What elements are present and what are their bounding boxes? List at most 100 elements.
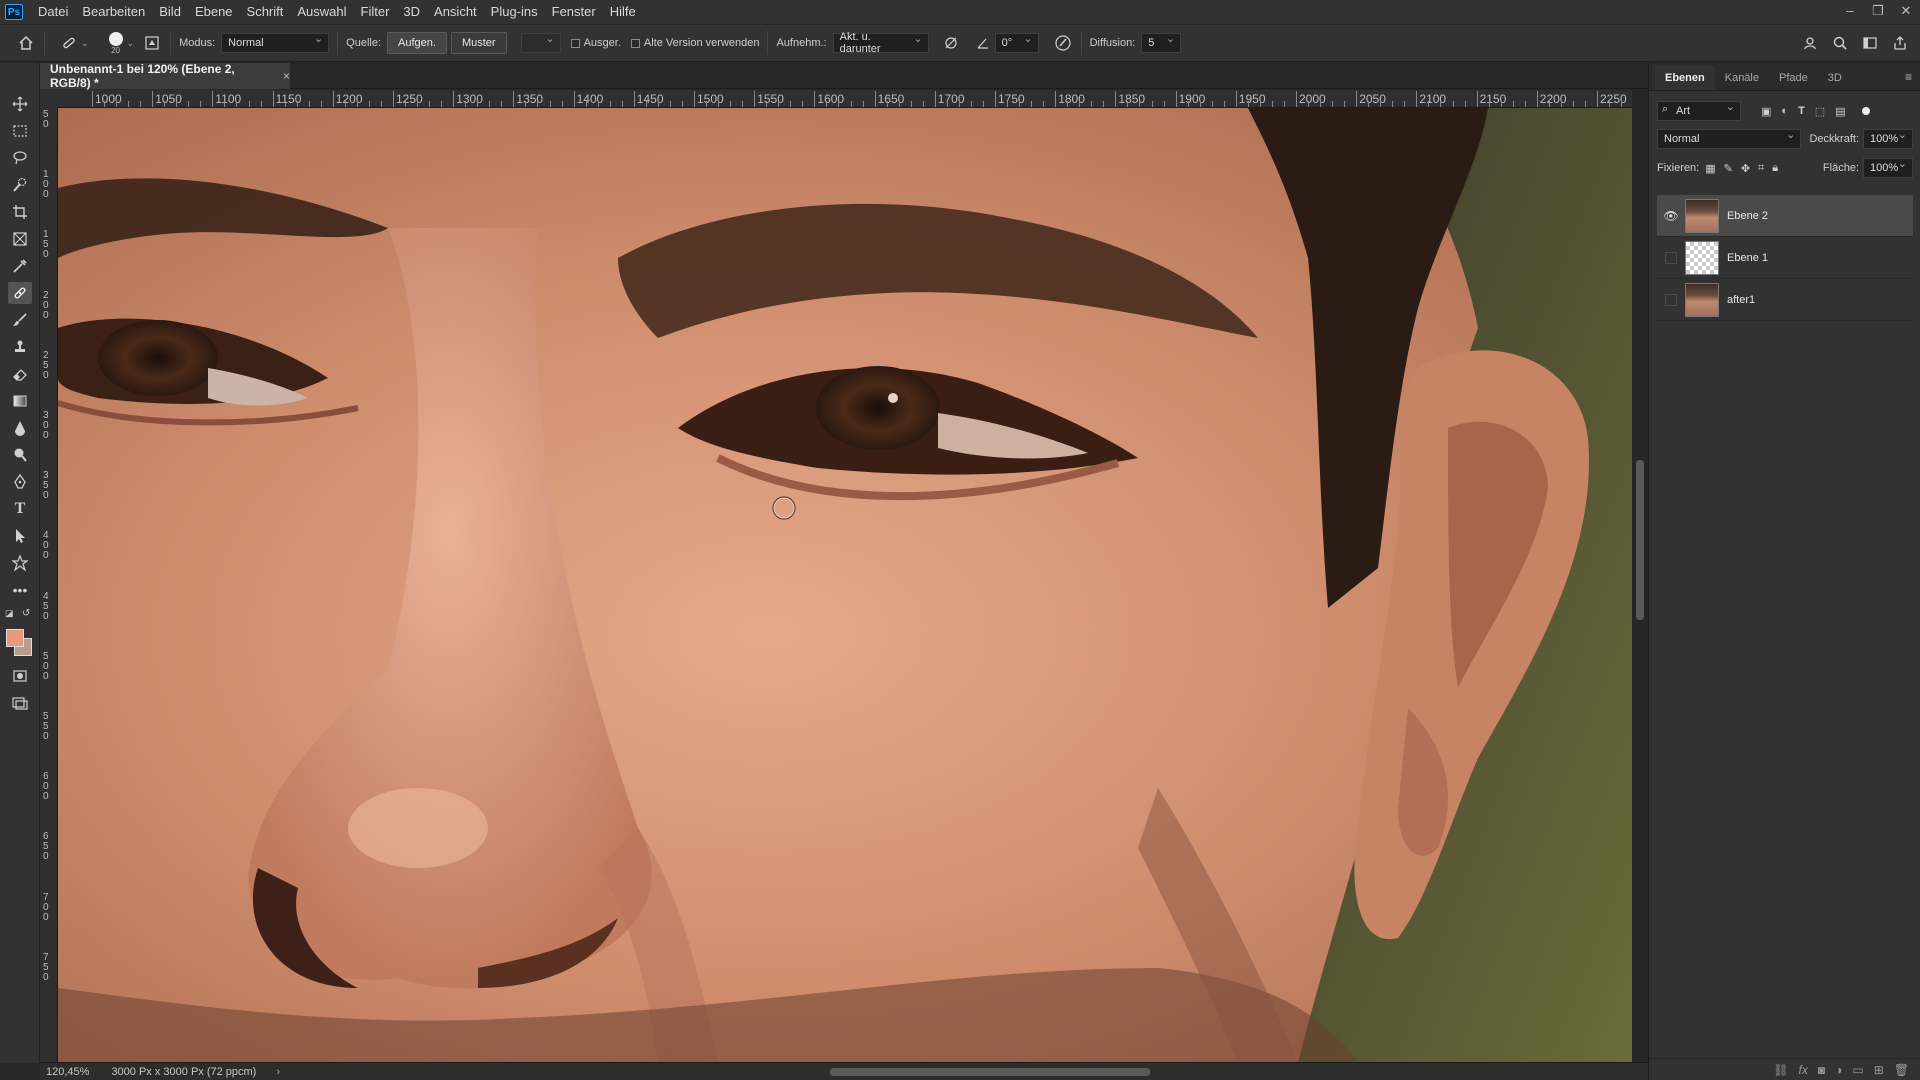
status-menu-arrow[interactable]: › — [276, 1066, 280, 1078]
layer-name[interactable]: Ebene 1 — [1727, 252, 1768, 264]
menu-ebene[interactable]: Ebene — [188, 0, 240, 24]
learn-icon[interactable] — [1800, 33, 1820, 53]
visibility-toggle[interactable] — [1665, 251, 1677, 264]
angle-input[interactable]: 0° — [994, 32, 1039, 53]
layer-name[interactable]: Ebene 2 — [1727, 210, 1768, 222]
filter-smart-object-icon[interactable]: ▤ — [1835, 105, 1845, 118]
foreground-color[interactable] — [6, 629, 24, 647]
pen-tool-icon[interactable] — [8, 471, 32, 493]
menu-schrift[interactable]: Schrift — [240, 0, 291, 24]
screen-mode-icon[interactable] — [8, 692, 32, 714]
filter-shape-icon[interactable]: ⬚ — [1815, 105, 1825, 118]
fx-icon[interactable]: fx — [1799, 1063, 1808, 1077]
mask-icon[interactable]: ◙ — [1818, 1063, 1825, 1077]
type-tool-icon[interactable]: T — [8, 498, 32, 520]
brush-tool-icon[interactable] — [8, 309, 32, 331]
modus-select[interactable]: Normal — [221, 32, 330, 53]
document-tab[interactable]: Unbenannt-1 bei 120% (Ebene 2, RGB/8) * … — [40, 62, 290, 90]
home-icon[interactable] — [16, 33, 36, 53]
aufgen-button[interactable]: Aufgen. — [387, 32, 447, 54]
frame-tool-icon[interactable] — [8, 228, 32, 250]
filter-adjustment-icon[interactable]: ◐ — [1781, 105, 1788, 118]
menu-auswahl[interactable]: Auswahl — [290, 0, 353, 24]
lock-artboard-icon[interactable]: ⌗ — [1758, 162, 1764, 175]
ausger-check[interactable] — [570, 38, 580, 48]
workspace-icon[interactable] — [1860, 33, 1880, 53]
lock-image-icon[interactable]: ✎ — [1724, 162, 1733, 175]
layer-row[interactable]: 👁︎ Ebene 2 — [1657, 195, 1913, 237]
healing-brush-tool-preset-icon[interactable] — [59, 33, 79, 53]
share-icon[interactable] — [1890, 33, 1910, 53]
menu-bild[interactable]: Bild — [152, 0, 188, 24]
lock-transparent-icon[interactable]: ▦ — [1705, 162, 1715, 175]
fill-input[interactable]: 100% — [1863, 157, 1913, 178]
tab-pfade[interactable]: Pfade — [1769, 66, 1818, 90]
default-colors-icon[interactable]: ◪ — [5, 608, 14, 619]
alte-version-checkbox[interactable]: Alte Version verwenden — [630, 37, 759, 49]
restore-button[interactable]: ❐ — [1864, 0, 1892, 24]
shape-tool-icon[interactable] — [8, 552, 32, 574]
muster-button[interactable]: Muster — [450, 32, 507, 54]
trash-icon[interactable]: 🗑︎ — [1894, 1063, 1909, 1077]
vertical-ruler[interactable]: 5010015020025030035040045050055060065070… — [40, 108, 58, 1062]
move-tool-icon[interactable] — [8, 93, 32, 115]
chevron-down-icon[interactable]: ⌄ — [127, 38, 135, 49]
close-tab-icon[interactable]: × — [283, 69, 290, 83]
adjustment-icon[interactable]: ◑ — [1835, 1063, 1842, 1077]
new-layer-icon[interactable]: ⊞ — [1874, 1063, 1884, 1077]
eyedropper-tool-icon[interactable] — [8, 255, 32, 277]
ausger-checkbox[interactable]: Ausger. — [570, 37, 621, 49]
link-icon[interactable]: ⛓︎ — [1773, 1063, 1788, 1077]
diffusion-select[interactable]: 5 — [1141, 32, 1182, 53]
close-window-button[interactable]: ✕ — [1892, 0, 1920, 24]
pressure-size-icon[interactable] — [1053, 33, 1073, 53]
filter-pixel-icon[interactable]: ▣ — [1761, 105, 1771, 118]
lock-all-icon[interactable]: 🔒︎ — [1772, 162, 1778, 175]
swap-colors-icon[interactable]: ↺ — [22, 608, 30, 619]
brush-size-picker[interactable]: 20 — [108, 31, 123, 55]
layer-row[interactable]: after1 — [1657, 279, 1913, 321]
menu-fenster[interactable]: Fenster — [545, 0, 603, 24]
panel-menu-icon[interactable]: ≡ — [1905, 70, 1912, 84]
dodge-tool-icon[interactable] — [8, 444, 32, 466]
quick-selection-tool-icon[interactable] — [8, 174, 32, 196]
ruler-origin[interactable] — [40, 90, 58, 108]
vertical-scrollbar[interactable] — [1632, 90, 1648, 1062]
layer-filter-select[interactable]: ⌕ Art — [1657, 100, 1741, 121]
menu-ansicht[interactable]: Ansicht — [427, 0, 484, 24]
brush-settings-icon[interactable] — [142, 33, 162, 53]
tab-ebenen[interactable]: Ebenen — [1655, 66, 1715, 90]
horizontal-scroll-thumb[interactable] — [830, 1068, 1150, 1076]
filter-toggle[interactable] — [1861, 107, 1870, 115]
menu-datei[interactable]: Datei — [31, 0, 75, 24]
crop-tool-icon[interactable] — [8, 201, 32, 223]
color-chips[interactable] — [6, 629, 34, 657]
opacity-input[interactable]: 100% — [1863, 128, 1913, 149]
zoom-level[interactable]: 120,45% — [46, 1066, 89, 1078]
path-selection-tool-icon[interactable] — [8, 525, 32, 547]
layer-row[interactable]: Ebene 1 — [1657, 237, 1913, 279]
lasso-tool-icon[interactable] — [8, 147, 32, 169]
image-canvas[interactable] — [58, 108, 1632, 1062]
search-icon[interactable] — [1830, 33, 1850, 53]
menu-hilfe[interactable]: Hilfe — [603, 0, 643, 24]
visibility-toggle[interactable] — [1665, 293, 1677, 306]
pattern-picker[interactable] — [520, 32, 561, 53]
lock-position-icon[interactable]: ✥ — [1741, 162, 1750, 175]
menu-3d[interactable]: 3D — [396, 0, 427, 24]
filter-type-icon[interactable]: T — [1798, 105, 1805, 118]
ignore-adjustment-layers-icon[interactable] — [941, 33, 961, 53]
layer-name[interactable]: after1 — [1727, 294, 1755, 306]
vertical-scroll-thumb[interactable] — [1636, 460, 1644, 620]
menu-plugins[interactable]: Plug-ins — [484, 0, 545, 24]
menu-filter[interactable]: Filter — [354, 0, 397, 24]
eraser-tool-icon[interactable] — [8, 363, 32, 385]
clone-stamp-tool-icon[interactable] — [8, 336, 32, 358]
quick-mask-icon[interactable] — [8, 665, 32, 687]
chevron-down-icon[interactable]: ⌄ — [81, 38, 89, 49]
blend-mode-select[interactable]: Normal — [1657, 128, 1802, 149]
horizontal-ruler[interactable]: 1000 1050 1100 1150 1200 1250 1300 1350 1400 1450… — [58, 90, 1632, 108]
folder-icon[interactable]: ▭ — [1852, 1063, 1863, 1077]
marquee-tool-icon[interactable] — [8, 120, 32, 142]
tab-3d[interactable]: 3D — [1818, 66, 1852, 90]
